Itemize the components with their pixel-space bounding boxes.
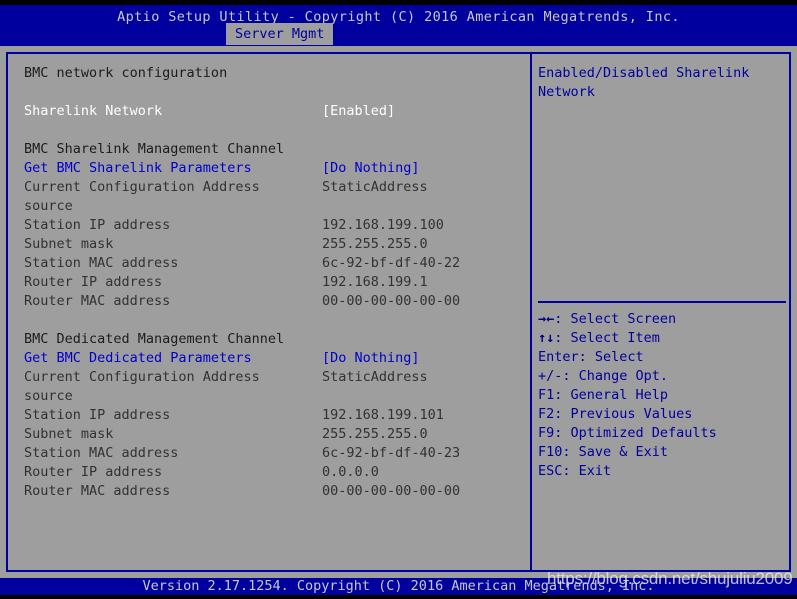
key-legend-label: +/-: Change Opt.	[538, 368, 669, 384]
setting-label: Get BMC Sharelink Parameters	[24, 160, 252, 176]
setting-row: Router MAC address 00-00-00-00-00-00	[24, 292, 524, 311]
setting-label: Station MAC address	[24, 445, 179, 461]
setting-value: 192.168.199.101	[322, 407, 444, 423]
arrow-horizontal-icon: →←	[538, 311, 555, 327]
setting-row: Router MAC address 00-00-00-00-00-00	[24, 482, 524, 501]
setting-label: Router IP address	[24, 274, 163, 290]
setting-value: StaticAddress	[322, 369, 428, 385]
setting-row: Station MAC address 6c-92-bf-df-40-23	[24, 444, 524, 463]
setting-row[interactable]: Sharelink Network [Enabled]	[24, 102, 524, 121]
row-spacer	[24, 121, 524, 140]
key-legend-item: ↑↓: Select Item	[538, 329, 786, 348]
setting-label: source	[24, 198, 73, 214]
setting-row: source	[24, 387, 524, 406]
key-legend-item: F2: Previous Values	[538, 405, 786, 424]
setting-value: 6c-92-bf-df-40-22	[322, 255, 461, 271]
setting-value: 0.0.0.0	[322, 464, 379, 480]
key-legend-label: : Select Item	[554, 330, 660, 346]
setting-label: Station IP address	[24, 217, 171, 233]
key-legend-label: : Select Screen	[554, 311, 677, 327]
row-spacer	[24, 83, 524, 102]
section-heading-row: BMC Sharelink Management Channel	[24, 140, 524, 159]
setting-label: Station MAC address	[24, 255, 179, 271]
setting-row: Subnet mask 255.255.255.0	[24, 235, 524, 254]
section-heading-row: BMC Dedicated Management Channel	[24, 330, 524, 349]
section-heading-row: BMC network configuration	[24, 64, 524, 83]
bios-setup-screen: Aptio Setup Utility - Copyright (C) 2016…	[0, 0, 797, 599]
key-legend-label: Enter: Select	[538, 349, 644, 365]
help-description: Enabled/Disabled Sharelink Network	[538, 64, 786, 102]
setting-label: Router IP address	[24, 464, 163, 480]
setting-value: 00-00-00-00-00-00	[322, 483, 461, 499]
key-legend-item: Enter: Select	[538, 348, 786, 367]
key-legend-label: F1: General Help	[538, 387, 669, 403]
setting-value[interactable]: [Do Nothing]	[322, 349, 420, 368]
key-legend-item: ESC: Exit	[538, 462, 786, 481]
settings-list: BMC network configuration Sharelink Netwo…	[24, 64, 524, 501]
setting-label: source	[24, 388, 73, 404]
setting-value: 192.168.199.1	[322, 274, 428, 290]
setting-label: Current Configuration Address	[24, 179, 260, 195]
watermark-url: https://blog.csdn.net/shujuliu2009	[547, 569, 793, 588]
setting-row: Router IP address 192.168.199.1	[24, 273, 524, 292]
key-legend-label: ESC: Exit	[538, 463, 612, 479]
setting-value[interactable]: [Enabled]	[322, 102, 395, 121]
bottom-black-bar	[0, 595, 797, 599]
setting-row: Current Configuration Address StaticAddre…	[24, 178, 524, 197]
setting-value: 00-00-00-00-00-00	[322, 293, 461, 309]
setting-row: Router IP address 0.0.0.0	[24, 463, 524, 482]
key-legend-label: F9: Optimized Defaults	[538, 425, 717, 441]
help-text-line: Enabled/Disabled Sharelink	[538, 65, 750, 81]
setting-row: source	[24, 197, 524, 216]
setting-row: Subnet mask 255.255.255.0	[24, 425, 524, 444]
setting-label: Subnet mask	[24, 236, 114, 252]
setting-label: BMC Sharelink Management Channel	[24, 141, 285, 157]
row-spacer	[24, 311, 524, 330]
menu-tab-bar: Server Mgmt	[0, 23, 797, 46]
key-legend-item: F1: General Help	[538, 386, 786, 405]
setting-value: 192.168.199.100	[322, 217, 444, 233]
key-legend-item: F9: Optimized Defaults	[538, 424, 786, 443]
panel-vertical-divider	[530, 52, 532, 572]
help-text-line: Network	[538, 84, 595, 100]
setting-label: BMC Dedicated Management Channel	[24, 331, 285, 347]
key-legend-label: F10: Save & Exit	[538, 444, 669, 460]
setting-label: BMC network configuration	[24, 65, 228, 81]
setting-label: Router MAC address	[24, 293, 171, 309]
setting-label: Subnet mask	[24, 426, 114, 442]
help-divider	[538, 301, 786, 303]
setting-value: 255.255.255.0	[322, 236, 428, 252]
key-legend-label: F2: Previous Values	[538, 406, 693, 422]
setting-row: Station IP address 192.168.199.100	[24, 216, 524, 235]
setting-row[interactable]: Get BMC Sharelink Parameters [Do Nothing]	[24, 159, 524, 178]
tab-server-mgmt[interactable]: Server Mgmt	[226, 23, 334, 45]
setting-value: 255.255.255.0	[322, 426, 428, 442]
key-legend: →←: Select Screen ↑↓: Select Item Enter: S…	[538, 310, 786, 481]
setting-row: Station IP address 192.168.199.101	[24, 406, 524, 425]
key-legend-item: →←: Select Screen	[538, 310, 786, 329]
setting-value: StaticAddress	[322, 179, 428, 195]
setting-row: Station MAC address 6c-92-bf-df-40-22	[24, 254, 524, 273]
key-legend-item: F10: Save & Exit	[538, 443, 786, 462]
setting-label: Station IP address	[24, 407, 171, 423]
key-legend-item: +/-: Change Opt.	[538, 367, 786, 386]
setting-row: Current Configuration Address StaticAddre…	[24, 368, 524, 387]
setting-row[interactable]: Get BMC Dedicated Parameters [Do Nothing]	[24, 349, 524, 368]
setting-label: Current Configuration Address	[24, 369, 260, 385]
setting-label: Get BMC Dedicated Parameters	[24, 350, 252, 366]
arrow-vertical-icon: ↑↓	[538, 330, 555, 346]
setting-value: 6c-92-bf-df-40-23	[322, 445, 461, 461]
setting-label: Sharelink Network	[24, 103, 163, 119]
setting-value[interactable]: [Do Nothing]	[322, 159, 420, 178]
setting-label: Router MAC address	[24, 483, 171, 499]
